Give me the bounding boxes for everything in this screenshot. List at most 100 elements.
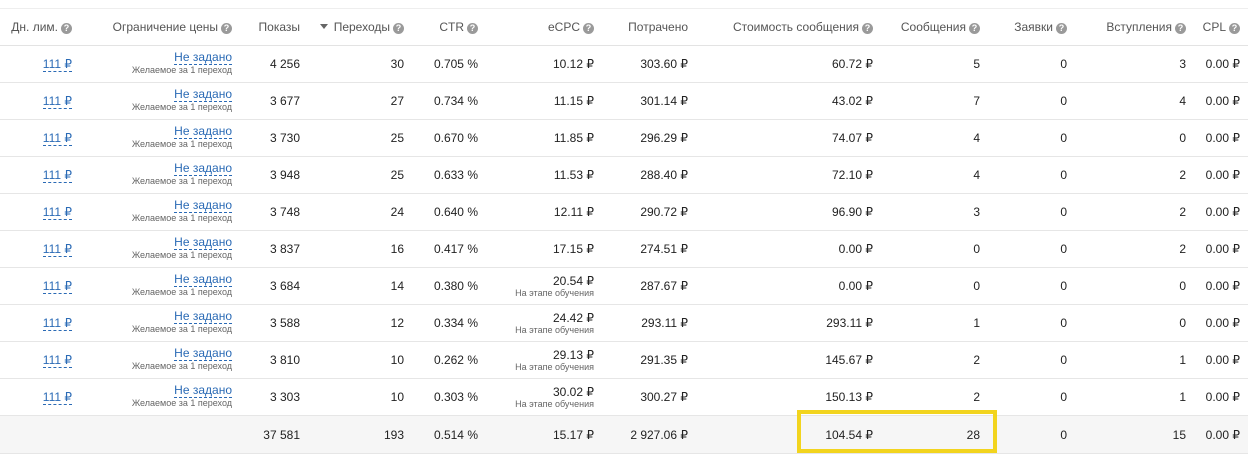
- price-limit-link[interactable]: Не задано: [174, 346, 232, 361]
- totals-messages: 28: [881, 415, 988, 454]
- messages-cell: 0: [881, 230, 988, 268]
- ecpc-learning-note: На этапе обучения: [515, 287, 594, 298]
- impressions-cell: 3 810: [240, 341, 308, 379]
- day-limit-link[interactable]: 111 ₽: [42, 168, 72, 183]
- ecpc-value: 17.15 ₽: [553, 242, 594, 256]
- messages-cell: 5: [881, 45, 988, 83]
- price-limit-note: Желаемое за 1 переход: [131, 213, 232, 223]
- col-cpl[interactable]: CPL?: [1194, 8, 1248, 46]
- msg-cost-cell: 145.67 ₽: [696, 341, 881, 379]
- col-msg-cost-label: Стоимость сообщения: [732, 20, 859, 34]
- applications-cell: 0: [988, 230, 1075, 268]
- help-icon[interactable]: ?: [583, 23, 594, 34]
- col-messages[interactable]: Сообщения?: [881, 8, 988, 46]
- day-limit-link[interactable]: 111 ₽: [42, 57, 72, 72]
- col-impressions[interactable]: Показы: [240, 8, 308, 46]
- col-ctr[interactable]: CTR?: [412, 8, 486, 46]
- cpl-cell: 0.00 ₽: [1194, 119, 1248, 157]
- day-limit-link[interactable]: 111 ₽: [42, 94, 72, 109]
- ecpc-cell: 11.53 ₽: [486, 156, 602, 194]
- col-messages-label: Сообщения: [900, 20, 966, 34]
- col-clicks[interactable]: Переходы?: [308, 8, 412, 46]
- clicks-cell: 27: [308, 82, 412, 120]
- joins-cell: 1: [1075, 378, 1194, 416]
- msg-cost-cell: 72.10 ₽: [696, 156, 881, 194]
- applications-cell: 0: [988, 378, 1075, 416]
- table-row: 111 ₽ Не задано Желаемое за 1 переход 3 8…: [0, 341, 1248, 379]
- help-icon[interactable]: ?: [393, 23, 404, 34]
- day-limit-link[interactable]: 111 ₽: [42, 316, 72, 331]
- day-limit-link[interactable]: 111 ₽: [42, 242, 72, 257]
- col-day-limit-label: Дн. лим.: [11, 20, 58, 34]
- col-clicks-label: Переходы: [333, 20, 390, 34]
- price-limit-link[interactable]: Не задано: [174, 50, 232, 65]
- day-limit-link[interactable]: 111 ₽: [42, 353, 72, 368]
- help-icon[interactable]: ?: [1175, 23, 1186, 34]
- price-limit-cell: Не задано Желаемое за 1 переход: [80, 267, 240, 305]
- price-limit-link[interactable]: Не задано: [174, 309, 232, 324]
- ctr-cell: 0.640 %: [412, 193, 486, 231]
- day-limit-cell: 111 ₽: [0, 341, 80, 379]
- day-limit-link[interactable]: 111 ₽: [42, 279, 72, 294]
- clicks-cell: 12: [308, 304, 412, 342]
- stats-table: Дн. лим.? Ограничение цены? Показы Перех…: [0, 8, 1248, 454]
- totals-joins: 15: [1075, 415, 1194, 454]
- totals-applications: 0: [988, 415, 1075, 454]
- spent-cell: 290.72 ₽: [602, 193, 696, 231]
- joins-cell: 3: [1075, 45, 1194, 83]
- cpl-cell: 0.00 ₽: [1194, 156, 1248, 194]
- ctr-cell: 0.334 %: [412, 304, 486, 342]
- help-icon[interactable]: ?: [969, 23, 980, 34]
- spent-cell: 296.29 ₽: [602, 119, 696, 157]
- messages-cell: 4: [881, 119, 988, 157]
- price-limit-link[interactable]: Не задано: [174, 161, 232, 176]
- col-ctr-label: CTR: [439, 20, 464, 34]
- ctr-cell: 0.262 %: [412, 341, 486, 379]
- col-spent[interactable]: Потрачено: [602, 8, 696, 46]
- col-msg-cost[interactable]: Стоимость сообщения?: [696, 8, 881, 46]
- help-icon[interactable]: ?: [1229, 23, 1240, 34]
- price-limit-link[interactable]: Не задано: [174, 87, 232, 102]
- table-row: 111 ₽ Не задано Желаемое за 1 переход 3 8…: [0, 230, 1248, 268]
- col-price-limit[interactable]: Ограничение цены?: [80, 8, 240, 46]
- help-icon[interactable]: ?: [862, 23, 873, 34]
- col-applications[interactable]: Заявки?: [988, 8, 1075, 46]
- ecpc-learning-note: На этапе обучения: [515, 361, 594, 372]
- clicks-cell: 14: [308, 267, 412, 305]
- cpl-cell: 0.00 ₽: [1194, 82, 1248, 120]
- help-icon[interactable]: ?: [1056, 23, 1067, 34]
- price-limit-link[interactable]: Не задано: [174, 272, 232, 287]
- price-limit-link[interactable]: Не задано: [174, 198, 232, 213]
- price-limit-cell: Не задано Желаемое за 1 переход: [80, 378, 240, 416]
- clicks-cell: 30: [308, 45, 412, 83]
- col-ecpc[interactable]: eCPC?: [486, 8, 602, 46]
- col-day-limit[interactable]: Дн. лим.?: [0, 8, 80, 46]
- day-limit-cell: 111 ₽: [0, 193, 80, 231]
- applications-cell: 0: [988, 193, 1075, 231]
- table-row: 111 ₽ Не задано Желаемое за 1 переход 3 3…: [0, 378, 1248, 416]
- totals-cpl: 0.00 ₽: [1194, 415, 1248, 454]
- cpl-cell: 0.00 ₽: [1194, 378, 1248, 416]
- price-limit-cell: Не задано Желаемое за 1 переход: [80, 119, 240, 157]
- price-limit-cell: Не задано Желаемое за 1 переход: [80, 82, 240, 120]
- price-limit-link[interactable]: Не задано: [174, 383, 232, 398]
- clicks-cell: 24: [308, 193, 412, 231]
- help-icon[interactable]: ?: [221, 23, 232, 34]
- col-joins[interactable]: Вступления?: [1075, 8, 1194, 46]
- help-icon[interactable]: ?: [61, 23, 72, 34]
- day-limit-link[interactable]: 111 ₽: [42, 131, 72, 146]
- price-limit-link[interactable]: Не задано: [174, 235, 232, 250]
- spent-cell: 301.14 ₽: [602, 82, 696, 120]
- price-limit-link[interactable]: Не задано: [174, 124, 232, 139]
- ecpc-value: 24.42 ₽: [553, 310, 594, 325]
- help-icon[interactable]: ?: [467, 23, 478, 34]
- day-limit-link[interactable]: 111 ₽: [42, 205, 72, 220]
- totals-row: 37 581 193 0.514 % 15.17 ₽ 2 927.06 ₽ 10…: [0, 415, 1248, 454]
- messages-cell: 0: [881, 267, 988, 305]
- col-impressions-label: Показы: [258, 20, 300, 34]
- ctr-cell: 0.734 %: [412, 82, 486, 120]
- ecpc-learning-note: На этапе обучения: [515, 398, 594, 409]
- day-limit-link[interactable]: 111 ₽: [42, 390, 72, 405]
- col-applications-label: Заявки: [1014, 20, 1053, 34]
- impressions-cell: 3 588: [240, 304, 308, 342]
